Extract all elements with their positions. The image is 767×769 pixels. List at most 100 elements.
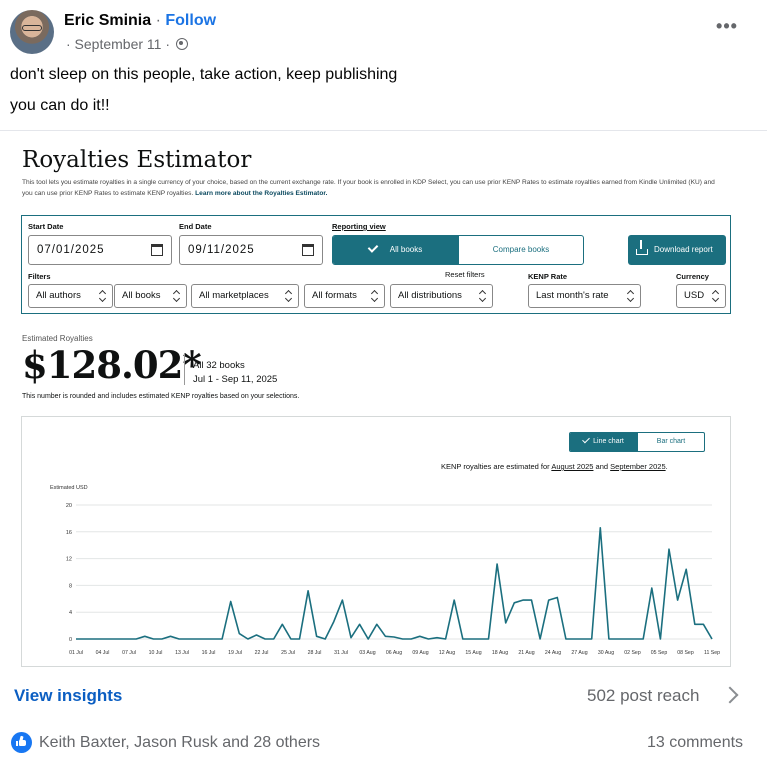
estimated-royalties-value: $128.02*: [22, 343, 202, 387]
kenp-estimate-note: KENP royalties are estimated for August …: [441, 462, 668, 471]
post-header: Eric Sminia · Follow · September 11 · ••…: [0, 0, 767, 64]
x-tick-label: 19 Jul: [228, 650, 242, 656]
chevron-updown-icon: [479, 290, 486, 302]
line-chart-label: Line chart: [593, 438, 624, 445]
currency-value: USD: [684, 290, 705, 301]
y-tick-label: 20: [66, 503, 72, 509]
download-report-button[interactable]: Download report: [628, 235, 726, 265]
reset-filters-link[interactable]: Reset filters: [445, 270, 485, 279]
calendar-icon[interactable]: [302, 244, 314, 256]
distributions-value: All distributions: [398, 290, 462, 301]
x-tick-label: 13 Jul: [175, 650, 189, 656]
currency-select[interactable]: USD: [676, 284, 726, 308]
x-tick-label: 31 Jul: [334, 650, 348, 656]
chevron-updown-icon: [712, 290, 719, 302]
post-meta: · September 11 ·: [66, 36, 188, 52]
avatar[interactable]: [10, 10, 54, 54]
formats-select[interactable]: All formats: [304, 284, 385, 308]
x-tick-label: 01 Jul: [69, 650, 83, 656]
post-text-line-1: don't sleep on this people, take action,…: [10, 66, 398, 83]
post-reach[interactable]: 502 post reach: [587, 686, 699, 706]
estimator-title: Royalties Estimator: [22, 147, 252, 173]
follow-button[interactable]: Follow: [165, 12, 216, 29]
bar-chart-option[interactable]: Bar chart: [638, 433, 704, 451]
all-books-option[interactable]: All books: [333, 236, 459, 264]
chevron-right-icon[interactable]: [721, 686, 739, 704]
author-name[interactable]: Eric Sminia: [64, 12, 151, 29]
reactors-summary[interactable]: Keith Baxter, Jason Rusk and 28 others: [39, 734, 320, 752]
x-tick-label: 21 Aug: [518, 650, 534, 656]
royalties-line-chart: Estimated USD 0 4 8 12 16 20 01 Jul 04 Jul 07 Jul…: [50, 485, 720, 656]
chevron-updown-icon: [285, 290, 292, 302]
distributions-select[interactable]: All distributions: [390, 284, 493, 308]
compare-books-option[interactable]: Compare books: [459, 236, 583, 264]
books-value: All books: [122, 290, 161, 301]
check-icon: [367, 242, 379, 253]
x-tick-label: 07 Jul: [122, 650, 136, 656]
x-tick-label: 27 Aug: [571, 650, 587, 656]
post-image[interactable]: Royalties Estimator This tool lets you e…: [0, 130, 767, 668]
separator: ·: [151, 12, 166, 29]
globe-icon: [175, 38, 188, 50]
kenp-rate-label: KENP Rate: [528, 272, 568, 281]
x-tick-label: 22 Jul: [255, 650, 269, 656]
reporting-view-label: Reporting view: [332, 222, 386, 231]
currency-label: Currency: [676, 272, 709, 281]
x-tick-label: 10 Jul: [149, 650, 163, 656]
x-tick-label: 12 Aug: [439, 650, 455, 656]
calendar-icon[interactable]: [151, 244, 163, 256]
x-tick-label: 08 Sep: [677, 650, 694, 656]
marketplaces-value: All marketplaces: [199, 290, 269, 301]
kenp-rate-select[interactable]: Last month's rate: [528, 284, 641, 308]
books-count: All 32 books: [193, 360, 245, 371]
books-select[interactable]: All books: [114, 284, 187, 308]
y-tick-label: 4: [69, 610, 72, 616]
x-tick-label: 03 Aug: [359, 650, 375, 656]
kenp-month-august-link[interactable]: August 2025: [551, 462, 593, 471]
chevron-updown-icon: [99, 290, 106, 302]
download-report-label: Download report: [654, 245, 713, 254]
author-line: Eric Sminia · Follow: [64, 12, 216, 30]
view-insights-link[interactable]: View insights: [14, 686, 122, 706]
more-options-icon[interactable]: •••: [712, 16, 742, 36]
marketplaces-select[interactable]: All marketplaces: [191, 284, 299, 308]
download-icon: [636, 240, 648, 255]
y-tick-label: 0: [69, 637, 72, 643]
x-tick-label: 15 Aug: [465, 650, 481, 656]
post-text-line-2: you can do it!!: [10, 97, 110, 114]
kenp-rate-value: Last month's rate: [536, 290, 609, 301]
chart-panel: Line chart Bar chart KENP royalties are …: [21, 416, 731, 667]
x-tick-label: 16 Jul: [202, 650, 216, 656]
chart-type-toggle: Line chart Bar chart: [569, 432, 705, 452]
post-date[interactable]: · September 11 ·: [66, 36, 170, 52]
chevron-updown-icon: [173, 290, 180, 302]
estimator-description: This tool lets you estimate royalties in…: [22, 177, 722, 199]
chevron-updown-icon: [371, 290, 378, 302]
filters-label: Filters: [28, 272, 51, 281]
kenp-month-september-link[interactable]: September 2025: [610, 462, 665, 471]
authors-select[interactable]: All authors: [28, 284, 113, 308]
end-date-input[interactable]: 09/11/2025: [179, 235, 323, 265]
end-date-label: End Date: [179, 222, 212, 231]
x-tick-label: 28 Jul: [308, 650, 322, 656]
like-icon[interactable]: [11, 732, 32, 753]
kenp-note-end: .: [665, 462, 668, 471]
x-tick-label: 24 Aug: [545, 650, 561, 656]
x-tick-label: 02 Sep: [624, 650, 641, 656]
x-tick-label: 25 Jul: [281, 650, 295, 656]
y-axis-label: Estimated USD: [50, 485, 88, 491]
x-tick-label: 06 Aug: [386, 650, 402, 656]
rounding-note: This number is rounded and includes esti…: [22, 393, 300, 400]
x-tick-label: 04 Jul: [96, 650, 110, 656]
learn-more-link[interactable]: Learn more about the Royalties Estimator…: [195, 190, 327, 197]
chevron-updown-icon: [627, 290, 634, 302]
description-text: This tool lets you estimate royalties in…: [22, 179, 715, 197]
estimated-royalties-label: Estimated Royalties: [22, 334, 93, 343]
line-chart-option[interactable]: Line chart: [570, 433, 638, 451]
divider: [184, 353, 185, 385]
start-date-value: 07/01/2025: [37, 244, 105, 256]
start-date-input[interactable]: 07/01/2025: [28, 235, 172, 265]
all-books-label: All books: [389, 245, 423, 254]
comments-count[interactable]: 13 comments: [647, 734, 743, 752]
authors-value: All authors: [36, 290, 81, 301]
